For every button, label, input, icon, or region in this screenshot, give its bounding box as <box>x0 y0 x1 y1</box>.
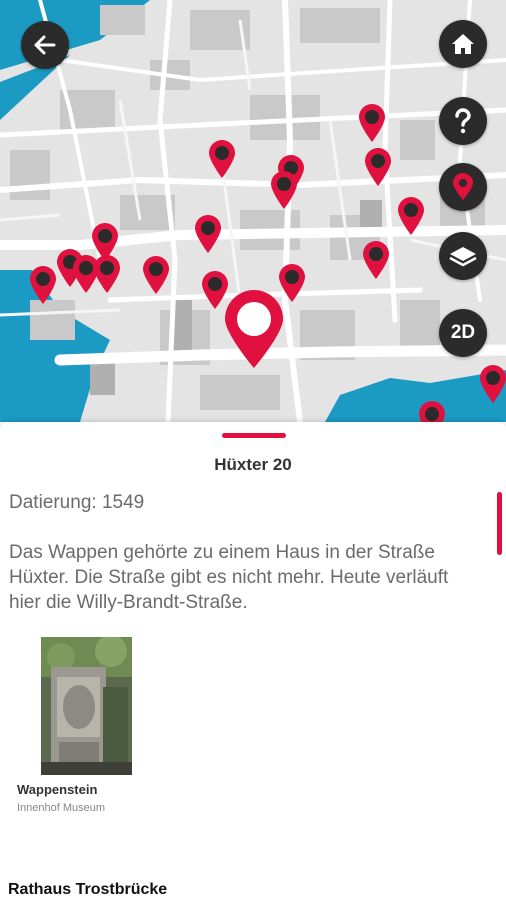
home-icon <box>452 34 474 54</box>
dating-text: Datierung: 1549 <box>9 492 145 513</box>
view-toggle-label: 2D <box>450 322 476 343</box>
map-marker[interactable] <box>92 254 122 294</box>
view-toggle-button[interactable]: 2D <box>439 309 487 357</box>
next-section-title: Rathaus Trostbrücke <box>8 881 168 898</box>
coat-of-arms-stone-image <box>41 637 132 775</box>
layers-button[interactable] <box>439 232 487 280</box>
location-button[interactable] <box>439 163 487 211</box>
description-text: Das Wappen gehörte zu einem Haus in der … <box>9 542 449 613</box>
map-marker[interactable] <box>269 170 299 210</box>
arrow-left-icon <box>34 35 56 55</box>
detail-title: Hüxter 20 <box>214 455 292 474</box>
drag-handle[interactable] <box>222 433 286 438</box>
map-view[interactable]: 2D <box>0 0 506 422</box>
card-subtitle: Innenhof Museum <box>17 802 106 814</box>
detail-sheet[interactable]: Hüxter 20 Datierung: 1549 Das Wappen geh… <box>0 422 506 900</box>
map-marker[interactable] <box>28 265 58 305</box>
layers-icon <box>449 247 477 267</box>
map-marker[interactable] <box>361 240 391 280</box>
map-marker[interactable] <box>478 364 506 404</box>
help-button[interactable] <box>439 97 487 145</box>
home-button[interactable] <box>439 20 487 68</box>
selected-map-marker[interactable] <box>222 288 286 370</box>
back-button[interactable] <box>21 21 69 69</box>
location-pin-icon <box>453 173 473 200</box>
map-marker[interactable] <box>357 103 387 143</box>
map-marker[interactable] <box>193 214 223 254</box>
map-marker[interactable] <box>207 139 237 179</box>
question-icon <box>455 108 471 134</box>
map-marker[interactable] <box>417 400 447 422</box>
card-thumbnail[interactable] <box>41 637 132 775</box>
card-title: Wappenstein <box>17 782 98 797</box>
map-marker[interactable] <box>396 196 426 236</box>
map-marker[interactable] <box>363 147 393 187</box>
scrollbar[interactable] <box>497 492 502 555</box>
map-marker[interactable] <box>141 255 171 295</box>
